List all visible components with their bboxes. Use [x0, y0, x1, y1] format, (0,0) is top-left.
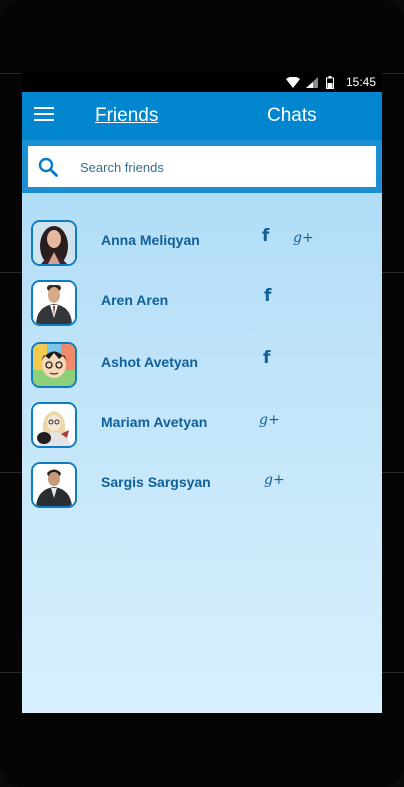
google-plus-icon[interactable]: g+ [264, 472, 285, 488]
google-plus-icon[interactable]: g+ [259, 412, 280, 428]
friend-name: Ashot Avetyan [101, 354, 198, 370]
wifi-icon [286, 77, 300, 88]
battery-icon [326, 76, 334, 89]
friend-name: Anna Meliqyan [101, 232, 200, 248]
tab-friends[interactable]: Friends [95, 105, 158, 127]
friend-row[interactable]: Mariam Avetyan g+ [22, 402, 382, 452]
search-input[interactable] [78, 156, 362, 178]
menu-icon[interactable] [34, 107, 54, 123]
avatar [31, 280, 77, 326]
friend-row[interactable]: Ashot Avetyan f [22, 342, 382, 392]
tab-chats[interactable]: Chats [267, 105, 317, 127]
frame-line [382, 73, 404, 74]
frame-line [0, 672, 22, 673]
facebook-icon[interactable]: f [263, 348, 270, 368]
avatar [31, 402, 77, 448]
signal-icon [306, 77, 318, 88]
friend-name: Aren Aren [101, 292, 169, 308]
facebook-icon[interactable]: f [264, 286, 271, 306]
search-icon[interactable] [38, 157, 58, 177]
google-plus-icon[interactable]: g+ [293, 230, 314, 246]
friend-row[interactable]: Aren Aren f [22, 280, 382, 330]
frame-line [382, 672, 404, 673]
app-bar: Friends Chats [22, 92, 382, 140]
app-screen: 15:45 Friends Chats Search friends Anna … [22, 72, 382, 713]
frame-line [382, 272, 404, 273]
frame-line [382, 472, 404, 473]
phone-frame: 15:45 Friends Chats Search friends Anna … [0, 0, 404, 787]
avatar [31, 342, 77, 388]
search-box [28, 146, 376, 187]
avatar [31, 462, 77, 508]
frame-line [0, 272, 22, 273]
status-time: 15:45 [345, 75, 376, 89]
avatar [31, 220, 77, 266]
frame-line [0, 472, 22, 473]
status-bar: 15:45 [22, 72, 382, 92]
search-bar [22, 140, 382, 193]
friend-name: Mariam Avetyan [101, 414, 208, 430]
friend-row[interactable]: Sargis Sargsyan g+ [22, 462, 382, 512]
facebook-icon[interactable]: f [262, 226, 269, 246]
friend-row[interactable]: Anna Meliqyan f g+ [22, 220, 382, 270]
friend-name: Sargis Sargsyan [101, 474, 211, 490]
frame-line [0, 73, 22, 74]
